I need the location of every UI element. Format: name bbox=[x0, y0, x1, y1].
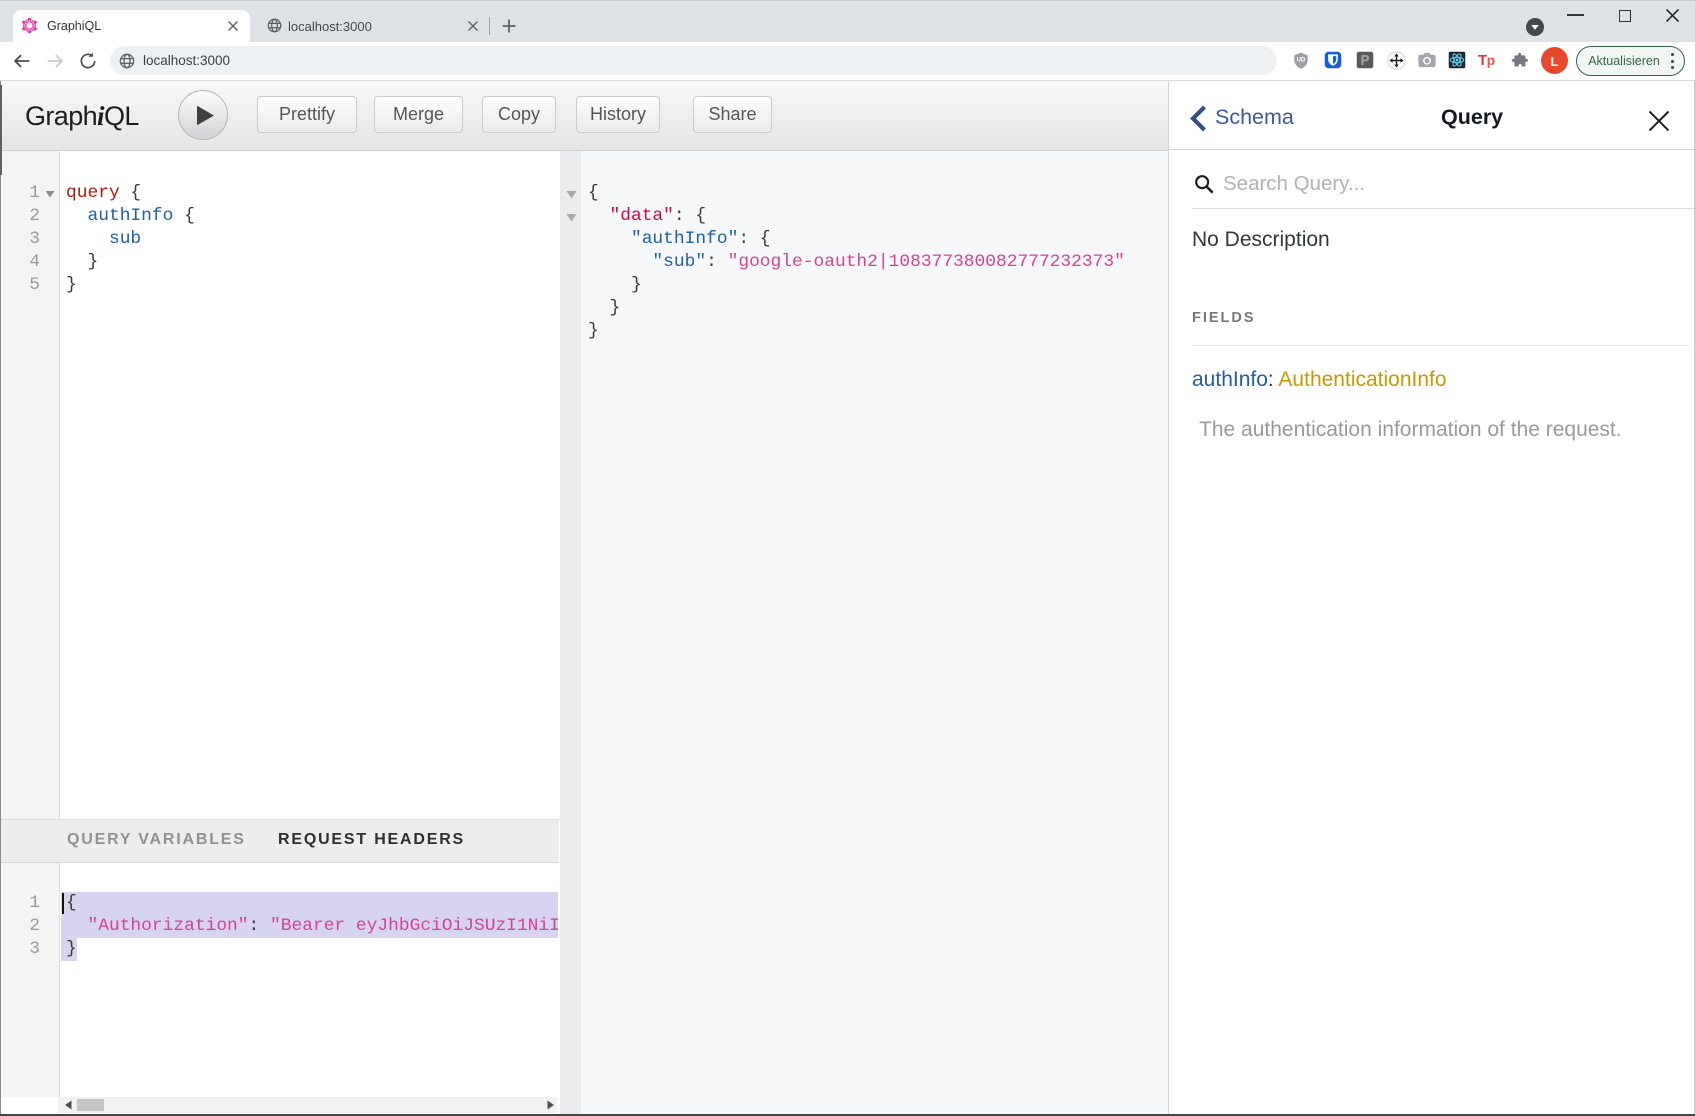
svg-text:UD: UD bbox=[1297, 58, 1306, 64]
